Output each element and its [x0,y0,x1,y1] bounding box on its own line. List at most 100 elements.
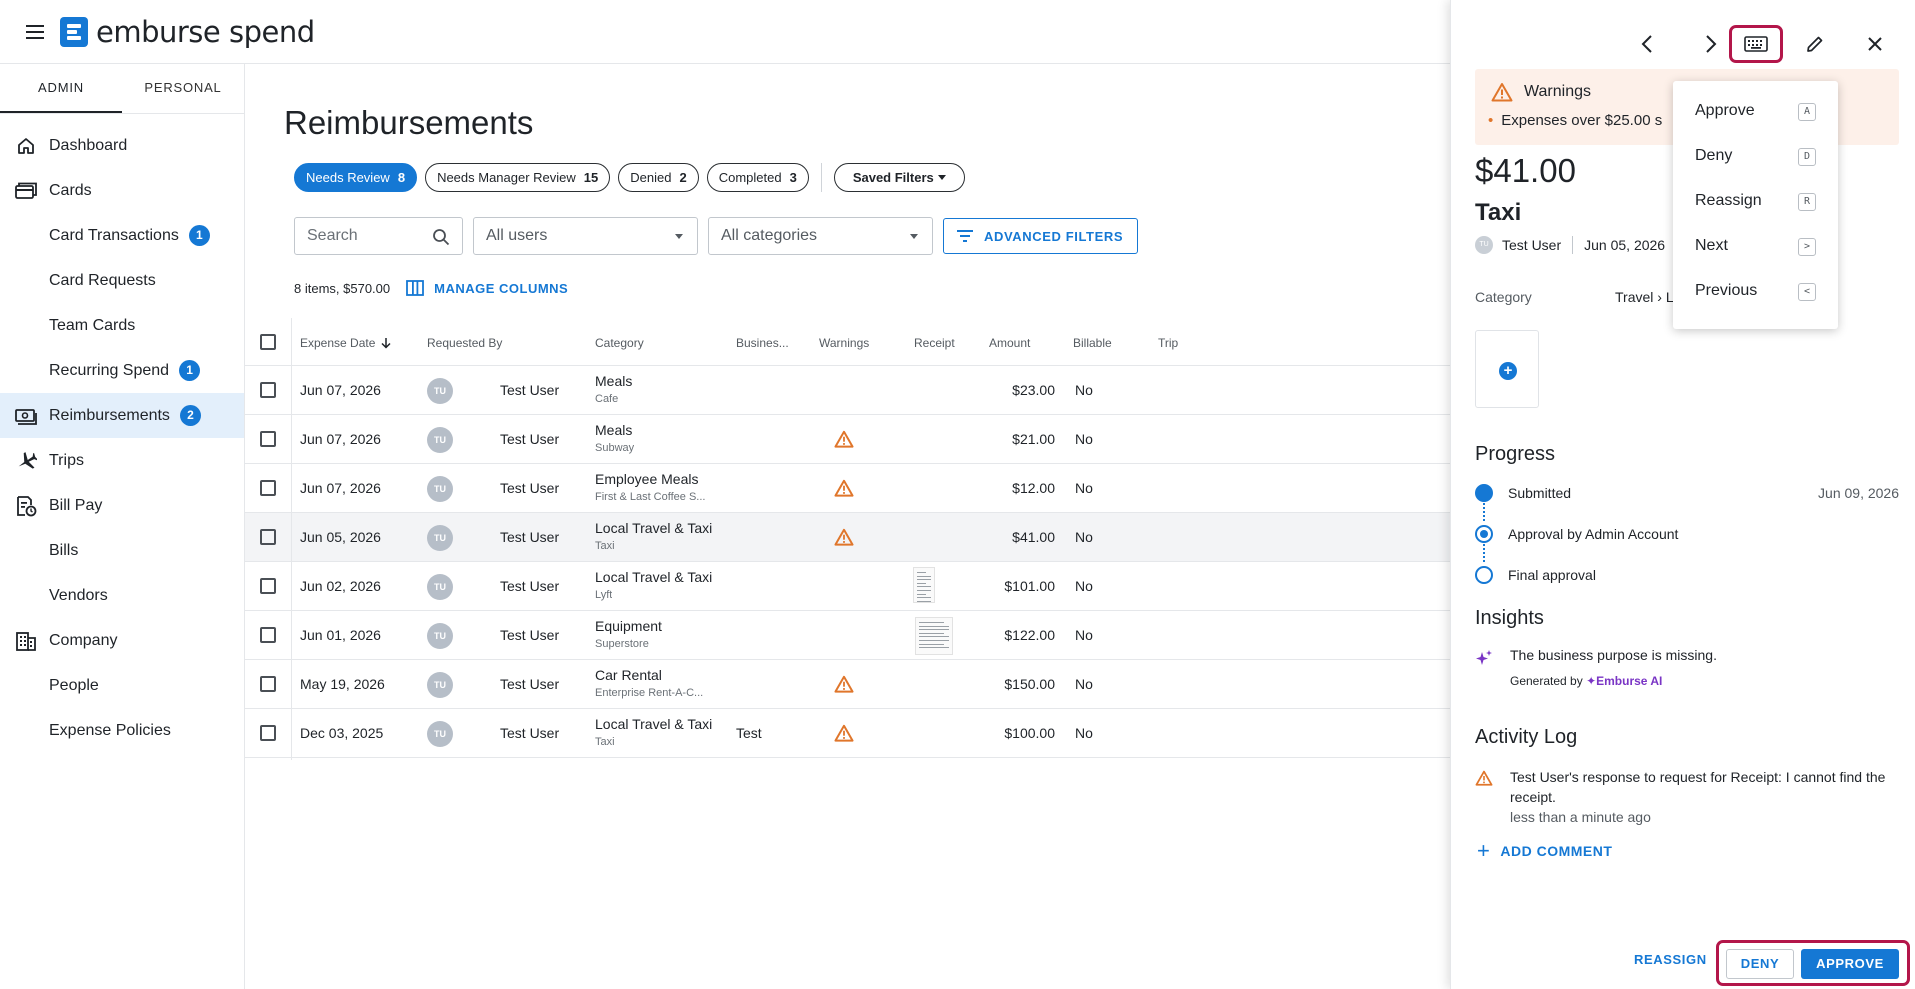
tab-personal[interactable]: PERSONAL [122,64,244,113]
insight-text: The business purpose is missing. [1510,647,1717,663]
progress-step-approval: Approval by Admin Account [1475,523,1899,545]
shortcut-next[interactable]: Next > [1673,224,1838,269]
sidebar-item-people[interactable]: People [0,663,244,708]
close-button[interactable] [1857,26,1893,62]
table-row[interactable]: Jun 01, 2026 TU Test User Equipment Supe… [245,611,1450,660]
ai-name[interactable]: Emburse AI [1596,674,1662,688]
receipt-thumbnail[interactable] [913,567,935,603]
next-button[interactable] [1693,26,1729,62]
items-summary: 8 items, $570.00 [294,280,391,296]
row-checkbox[interactable] [260,529,276,545]
edit-button[interactable] [1797,26,1833,62]
col-category[interactable]: Category [595,336,644,350]
logo[interactable]: emburse spend [60,15,315,49]
sidebar-item-trips[interactable]: Trips [0,438,244,483]
table-row[interactable]: Jun 07, 2026 TU Test User Employee Meals… [245,464,1450,513]
shortcut-approve[interactable]: Approve A [1673,89,1838,134]
col-expense-date[interactable]: Expense Date [300,336,392,350]
requested-by: Test User [500,480,560,496]
warning-icon[interactable] [834,724,854,742]
table-row[interactable]: May 19, 2026 TU Test User Car Rental Ent… [245,660,1450,709]
sidebar-item-vendors[interactable]: Vendors [0,573,244,618]
shortcut-reassign[interactable]: Reassign R [1673,179,1838,224]
categories-select[interactable]: All categories [708,217,933,255]
sidebar-item-dashboard[interactable]: Dashboard [0,123,244,168]
logo-text: emburse spend [96,15,315,49]
sidebar-item-cards[interactable]: Cards [0,168,244,213]
row-checkbox[interactable] [260,382,276,398]
col-receipt[interactable]: Receipt [914,336,955,350]
reassign-button[interactable]: REASSIGN [1634,952,1707,967]
previous-button[interactable] [1629,26,1665,62]
col-requested-by[interactable]: Requested By [427,336,502,350]
home-icon [15,135,37,157]
avatar: TU [427,378,453,404]
chip-denied[interactable]: Denied 2 [618,163,699,192]
sidebar-item-card-transactions[interactable]: Card Transactions 1 [0,213,244,258]
select-all-checkbox[interactable] [260,334,276,350]
search-icon[interactable] [432,228,450,246]
chip-needs-manager-review[interactable]: Needs Manager Review 15 [425,163,611,192]
sidebar-item-bills[interactable]: Bills [0,528,244,573]
col-amount[interactable]: Amount [989,336,1030,350]
reimbursements-table: Expense Date Requested By Category Busin… [245,318,1450,758]
panel-toolbar [1451,25,1915,63]
row-checkbox[interactable] [260,480,276,496]
warning-icon[interactable] [834,430,854,448]
plane-icon [15,450,37,472]
status-chips: Needs Review 8 Needs Manager Review 15 D… [294,163,965,192]
sidebar-item-reimbursements[interactable]: Reimbursements 2 [0,393,244,438]
manage-columns-button[interactable]: MANAGE COLUMNS [406,280,568,296]
amount: $122.00 [1004,627,1055,643]
warning-icon[interactable] [834,528,854,546]
row-checkbox[interactable] [260,725,276,741]
amount: $23.00 [1012,382,1055,398]
keyboard-shortcuts-button[interactable] [1729,25,1783,63]
shortcut-key: > [1798,238,1816,256]
sidebar-item-team-cards[interactable]: Team Cards [0,303,244,348]
sidebar-item-label: People [49,676,99,694]
avatar: TU [427,623,453,649]
shortcut-deny[interactable]: Deny D [1673,134,1838,179]
col-business[interactable]: Busines... [736,336,789,350]
col-billable[interactable]: Billable [1073,336,1112,350]
table-row[interactable]: Jun 05, 2026 TU Test User Local Travel &… [245,513,1450,562]
saved-filters-button[interactable]: Saved Filters [833,163,965,192]
col-trip[interactable]: Trip [1158,336,1178,350]
sidebar-item-card-requests[interactable]: Card Requests [0,258,244,303]
approve-button[interactable]: APPROVE [1801,949,1899,979]
receipt-thumbnail[interactable] [915,617,953,655]
shortcut-previous[interactable]: Previous < [1673,269,1838,314]
chip-completed[interactable]: Completed 3 [706,163,809,192]
menu-icon[interactable] [24,21,46,43]
sidebar-item-recurring-spend[interactable]: Recurring Spend 1 [0,348,244,393]
sidebar-item-bill-pay[interactable]: Bill Pay [0,483,244,528]
tab-admin[interactable]: ADMIN [0,64,122,113]
warning-icon[interactable] [834,675,854,693]
table-row[interactable]: Dec 03, 2025 TU Test User Local Travel &… [245,709,1450,758]
receipt-upload[interactable]: + [1475,330,1539,408]
table-row[interactable]: Jun 02, 2026 TU Test User Local Travel &… [245,562,1450,611]
deny-button[interactable]: DENY [1726,949,1794,979]
table-row[interactable]: Jun 07, 2026 TU Test User Meals Subway $… [245,415,1450,464]
category-label: Category [1475,289,1532,305]
sidebar-item-company[interactable]: Company [0,618,244,663]
users-select[interactable]: All users [473,217,698,255]
col-warnings[interactable]: Warnings [819,336,869,350]
table-row[interactable]: Jun 07, 2026 TU Test User Meals Cafe $23… [245,366,1450,415]
chip-needs-review[interactable]: Needs Review 8 [294,163,418,192]
merchant: Enterprise Rent-A-C... [595,687,704,699]
category: Employee Meals [595,471,699,487]
search-input[interactable] [295,218,425,254]
add-comment-button[interactable]: + ADD COMMENT [1477,840,1612,862]
shortcut-label: Approve [1695,102,1755,119]
sidebar-item-expense-policies[interactable]: Expense Policies [0,708,244,753]
warning-icon[interactable] [834,479,854,497]
row-checkbox[interactable] [260,676,276,692]
amount: $41.00 [1012,529,1055,545]
advanced-filters-button[interactable]: ADVANCED FILTERS [943,218,1139,254]
sidebar: ADMIN PERSONAL Dashboard Cards Card Tran… [0,64,245,989]
row-checkbox[interactable] [260,578,276,594]
row-checkbox[interactable] [260,431,276,447]
row-checkbox[interactable] [260,627,276,643]
